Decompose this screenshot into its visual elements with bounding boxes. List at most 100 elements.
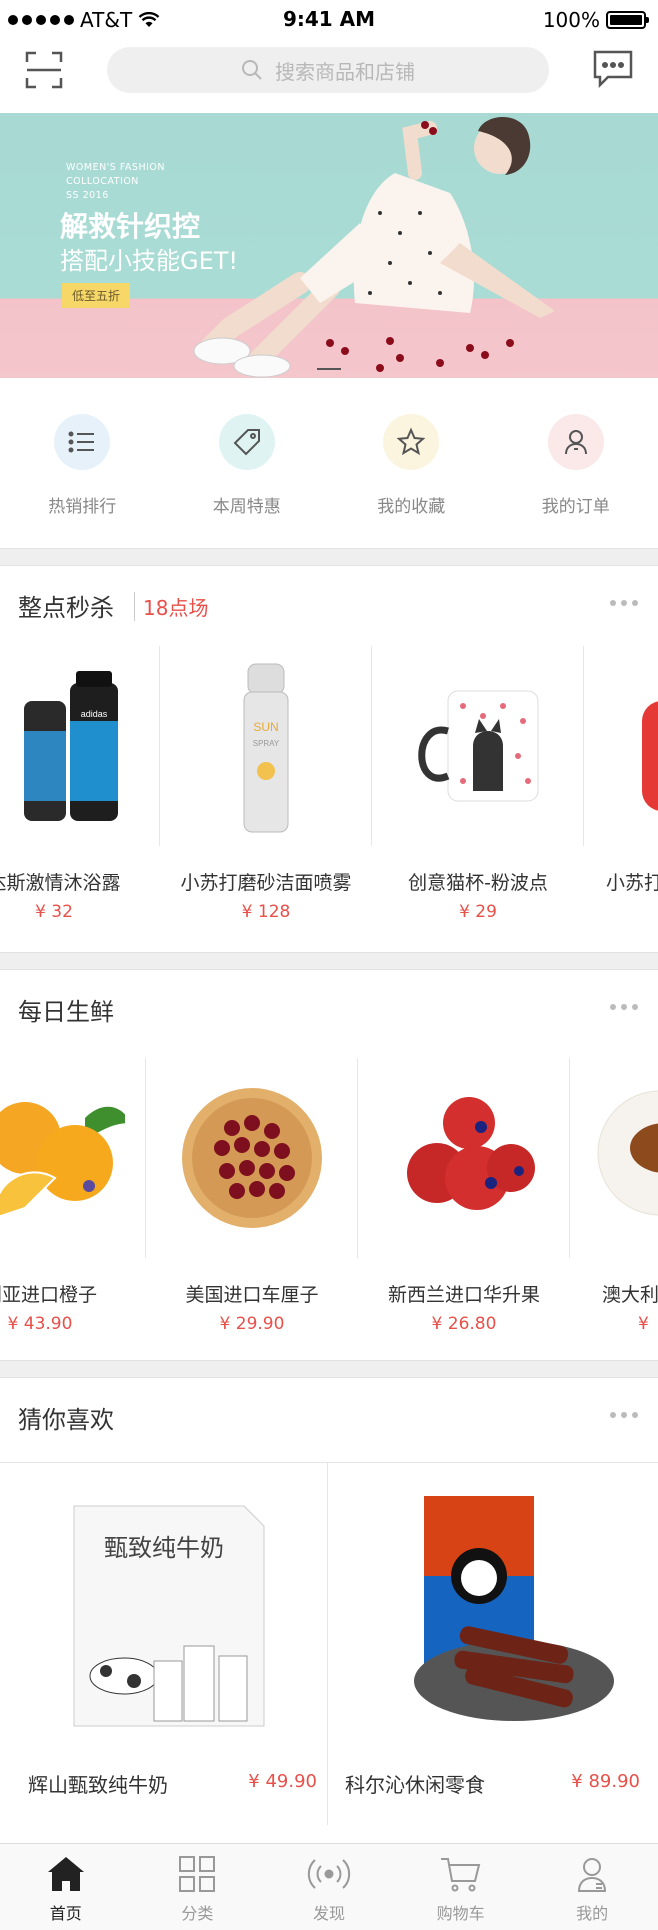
milk-box-brand-text: 甄致纯牛奶: [104, 1534, 224, 1562]
quick-nav-label: 本周特惠: [212, 497, 281, 517]
flash-sale-session: 18点场: [134, 592, 208, 621]
apple-image: [358, 1058, 570, 1258]
flash-sale-header: 整点秒杀 18点场: [0, 566, 658, 642]
pagination-dot: [317, 368, 341, 370]
banner-pagination: [0, 368, 658, 370]
search-placeholder: 搜索商品和店铺: [275, 59, 415, 84]
product-card[interactable]: 澳大利 ¥: [570, 1058, 658, 1348]
more-icon[interactable]: [610, 600, 638, 606]
sun-spray-image: SUN SPRAY: [160, 646, 372, 846]
product-price: ¥ 29: [459, 902, 497, 922]
top-header: 搜索商品和店铺: [0, 40, 658, 114]
quick-nav-label: 热销排行: [48, 497, 117, 517]
flash-sale-list[interactable]: adidas 达斯激情沐浴露 ¥ 32 SUN SPRAY 小苏打磨砂洁面喷雾 …: [0, 646, 658, 936]
more-icon[interactable]: [610, 1004, 638, 1010]
price-tag-icon: [218, 414, 275, 470]
orange-image: [0, 1058, 146, 1258]
tab-category[interactable]: 分类: [132, 1844, 264, 1930]
product-card[interactable]: 创意猫杯-粉波点 ¥ 29: [372, 646, 584, 936]
cherry-image: [146, 1058, 358, 1258]
product-name: 科尔沁休闲零食: [345, 1773, 485, 1797]
tab-cart[interactable]: 购物车: [395, 1844, 527, 1930]
product-card[interactable]: adidas 达斯激情沐浴露 ¥ 32: [0, 646, 160, 936]
fresh-header: 每日生鲜: [0, 970, 658, 1046]
tab-label: 购物车: [436, 1904, 485, 1923]
tab-discover[interactable]: 发现: [263, 1844, 395, 1930]
section-divider: [0, 1360, 658, 1378]
cart-icon: [440, 1858, 480, 1892]
fresh-title: 每日生鲜: [18, 998, 114, 1026]
quick-nav-item-favorites[interactable]: 我的收藏: [329, 378, 494, 548]
discover-broadcast-icon: [307, 1859, 351, 1889]
product-price: ¥ 29.90: [219, 1314, 285, 1334]
product-name: 辉山甄致纯牛奶: [28, 1773, 168, 1797]
tab-label: 首页: [49, 1904, 82, 1923]
product-card[interactable]: 美国进口车厘子 ¥ 29.90: [146, 1058, 358, 1348]
tab-home[interactable]: 首页: [0, 1844, 132, 1930]
product-card[interactable]: 甄致纯牛奶 辉山甄致纯牛奶 ¥ 49.90: [0, 1463, 328, 1825]
product-price: ¥ 26.80: [431, 1314, 497, 1334]
category-grid-icon: [179, 1856, 216, 1892]
search-input[interactable]: 搜索商品和店铺: [107, 47, 549, 93]
product-image-partial: [584, 646, 658, 846]
tab-label: 发现: [312, 1904, 345, 1923]
product-image-partial: [570, 1058, 658, 1258]
quick-nav-item-hot-ranking[interactable]: 热销排行: [0, 378, 165, 548]
message-button[interactable]: [592, 48, 634, 90]
product-price: ¥ 43.90: [7, 1314, 73, 1334]
battery-percent: 100%: [542, 8, 600, 32]
product-name: 利亚进口橙子: [0, 1284, 97, 1306]
svg-text:adidas: adidas: [81, 709, 108, 719]
status-bar: AT&T 9:41 AM 100%: [0, 0, 658, 40]
battery-area: 100%: [542, 8, 649, 32]
shower-gel-image: adidas: [0, 646, 160, 846]
milk-box-image: 甄致纯牛奶: [0, 1481, 327, 1741]
quick-nav-label: 我的订单: [541, 497, 610, 517]
product-card[interactable]: 科尔沁休闲零食 ¥ 89.90: [329, 1463, 658, 1825]
fresh-list[interactable]: 利亚进口橙子 ¥ 43.90 美国进口车厘子 ¥ 29.90: [0, 1058, 658, 1348]
product-card[interactable]: 新西兰进口华升果 ¥ 26.80: [358, 1058, 570, 1348]
product-name: 创意猫杯-粉波点: [408, 872, 548, 894]
product-price: ¥ 128: [241, 902, 291, 922]
product-card[interactable]: 利亚进口橙子 ¥ 43.90: [0, 1058, 146, 1348]
quick-nav-item-my-orders[interactable]: 我的订单: [494, 378, 658, 548]
product-name: 美国进口车厘子: [185, 1284, 319, 1306]
bottom-tab-bar: 首页 分类 发现 购物车 我的: [0, 1843, 658, 1930]
star-icon: [383, 414, 440, 470]
list-icon: [54, 414, 111, 470]
guess-grid: 甄致纯牛奶 辉山甄致纯牛奶 ¥ 49.90 科尔沁休闲零食 ¥ 89.90: [0, 1463, 658, 1825]
quick-nav-item-weekly-deals[interactable]: 本周特惠: [165, 378, 330, 548]
more-icon[interactable]: [610, 1412, 638, 1418]
scan-button[interactable]: [24, 50, 64, 90]
tab-label: 分类: [181, 1904, 214, 1923]
quick-nav-label: 我的收藏: [377, 497, 446, 517]
product-name: 新西兰进口华升果: [387, 1284, 540, 1306]
product-card[interactable]: 小苏打: [584, 646, 658, 936]
product-name: 澳大利: [602, 1284, 658, 1306]
home-icon: [47, 1857, 84, 1891]
profile-icon: [578, 1858, 607, 1892]
search-icon: [242, 60, 262, 80]
quick-nav: 热销排行 本周特惠 我的收藏 我的订单: [0, 378, 658, 548]
product-name: 小苏打: [606, 872, 658, 894]
jerky-image: [329, 1481, 658, 1741]
tab-profile[interactable]: 我的: [526, 1844, 658, 1930]
product-price: ¥ 32: [35, 902, 73, 922]
product-name: 小苏打磨砂洁面喷雾: [180, 872, 352, 894]
banner-model-illustration: [193, 117, 555, 378]
cat-cup-image: [372, 646, 584, 846]
scan-icon: [25, 51, 63, 89]
product-card[interactable]: SUN SPRAY 小苏打磨砂洁面喷雾 ¥ 128: [160, 646, 372, 936]
section-divider: [0, 548, 658, 566]
product-price: ¥ 49.90: [248, 1771, 317, 1792]
product-price: ¥ 89.90: [571, 1771, 640, 1792]
battery-icon: [606, 11, 649, 29]
message-icon: [593, 50, 633, 89]
promo-banner[interactable]: WOMEN'S FASHION COLLOCATION SS 2016 解救针织…: [0, 113, 658, 378]
user-order-icon: [547, 414, 604, 470]
svg-text:SPRAY: SPRAY: [253, 739, 280, 748]
flash-sale-title: 整点秒杀: [18, 594, 114, 622]
tab-label: 我的: [576, 1904, 609, 1923]
section-divider: [0, 952, 658, 970]
product-name: 达斯激情沐浴露: [0, 872, 121, 894]
